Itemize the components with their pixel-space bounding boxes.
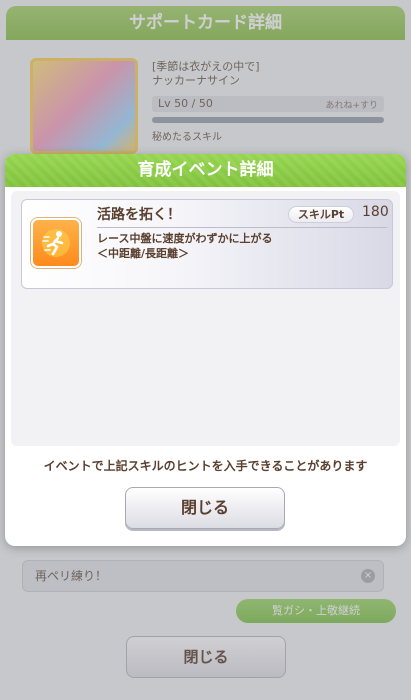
divider	[97, 227, 387, 228]
skill-description-line2: ＜中距離/長距離＞	[97, 247, 190, 260]
skill-description: レース中盤に速度がわずかに上がる ＜中距離/長距離＞	[97, 231, 387, 261]
skill-pt-value: 180	[362, 204, 389, 220]
close-button[interactable]: 閉じる	[125, 487, 285, 529]
runner-speed-icon	[31, 218, 81, 268]
skill-hint-card: 活路を拓く！ スキルPt 180 レース中盤に速度がわずかに上がる ＜中距離/長…	[21, 199, 393, 289]
event-notice: イベントで上記スキルのヒントを入手できることがあります	[43, 459, 368, 473]
training-event-detail-dialog: 育成イベント詳細 活路を拓く！ スキルPt 180 レース中盤に速度がわずかに上…	[5, 154, 406, 546]
dialog-body: 活路を拓く！ スキルPt 180 レース中盤に速度がわずかに上がる ＜中距離/長…	[11, 191, 400, 446]
dialog-title: 育成イベント詳細	[5, 154, 406, 187]
skill-name: 活路を拓く！	[97, 207, 181, 223]
skill-pt-label: スキルPt	[288, 206, 354, 223]
skill-description-line1: レース中盤に速度がわずかに上がる	[97, 232, 273, 245]
